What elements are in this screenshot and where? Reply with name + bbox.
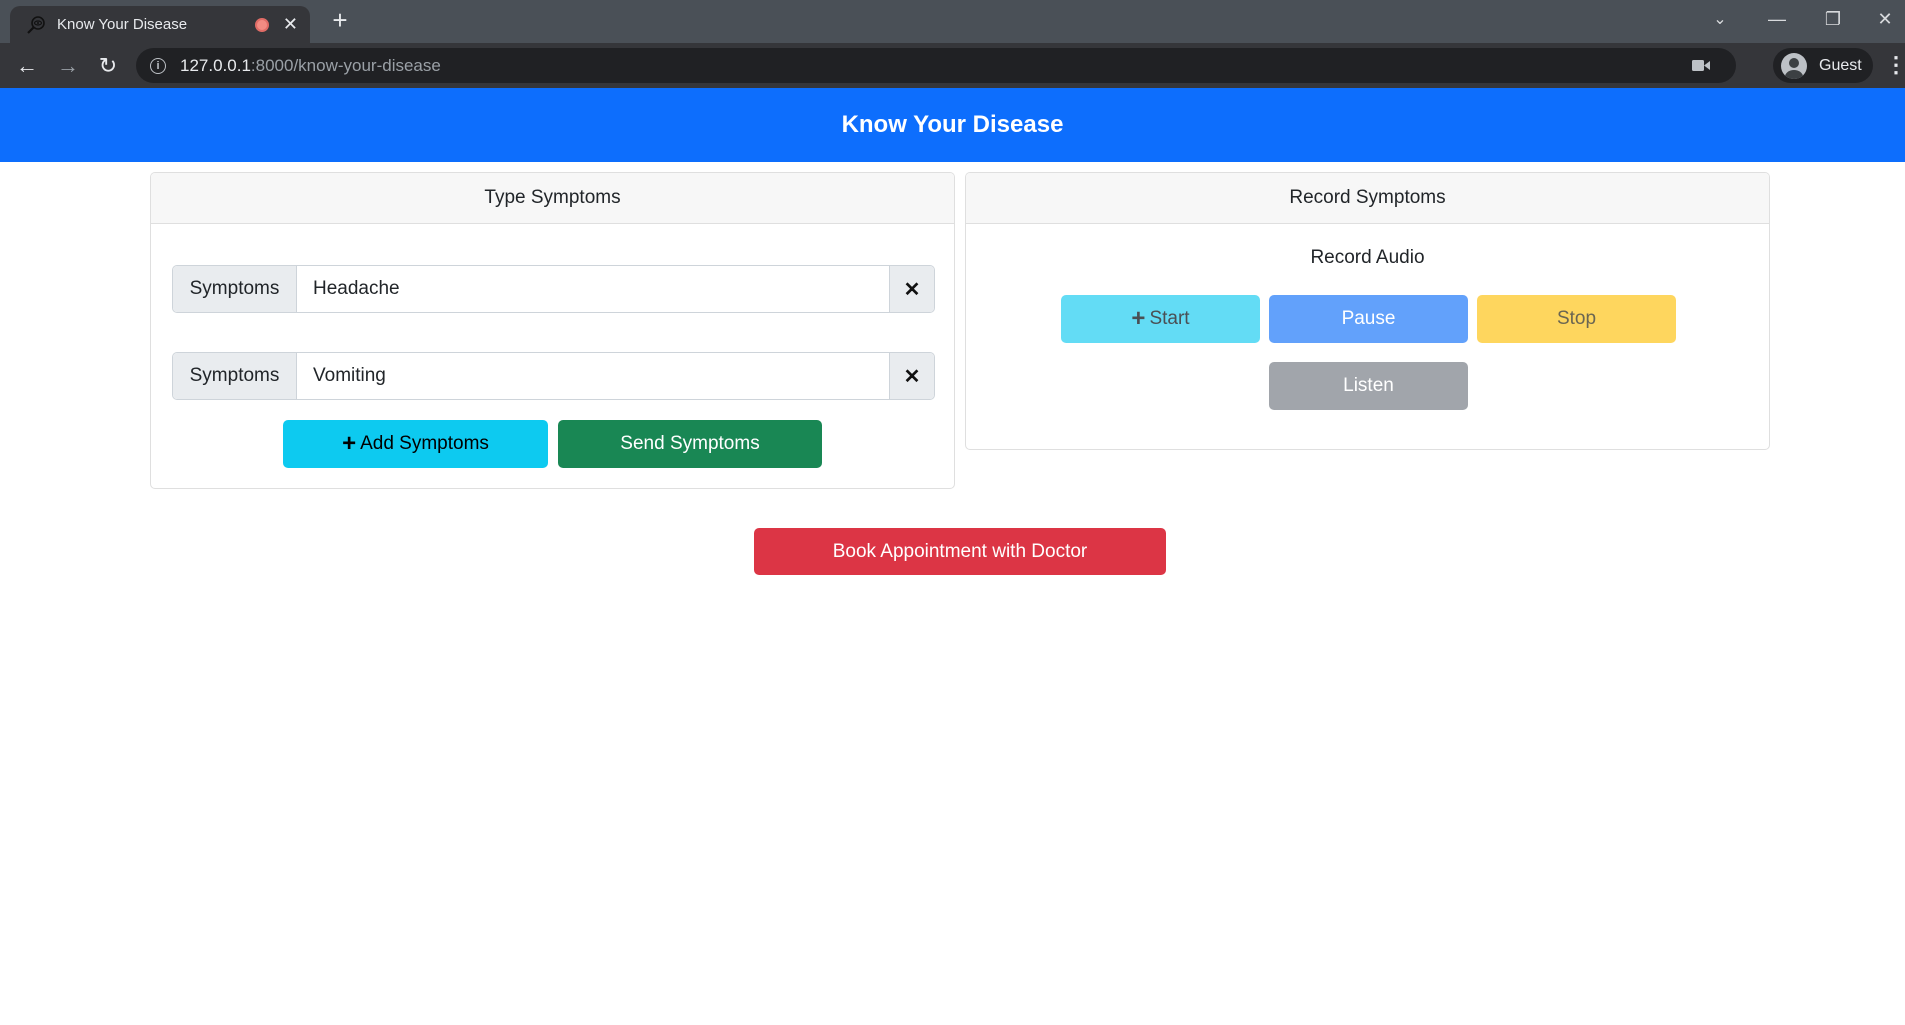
url-path: :8000/know-your-disease: [250, 55, 441, 75]
kebab-menu-icon[interactable]: ⋮: [1885, 53, 1905, 79]
start-recording-button[interactable]: + Start: [1061, 295, 1260, 343]
close-window-button[interactable]: ✕: [1865, 0, 1905, 38]
profile-button[interactable]: Guest: [1773, 48, 1873, 83]
record-symptoms-title: Record Symptoms: [1289, 187, 1446, 208]
type-symptoms-title: Type Symptoms: [484, 187, 621, 208]
camera-icon[interactable]: [1692, 59, 1710, 72]
new-tab-button[interactable]: +: [325, 6, 355, 36]
tab-title: Know Your Disease: [57, 16, 188, 33]
minimize-button[interactable]: —: [1752, 0, 1802, 38]
record-audio-label: Record Audio: [1310, 247, 1425, 268]
forward-button[interactable]: →: [52, 50, 84, 82]
stop-recording-button[interactable]: Stop: [1477, 295, 1676, 343]
plus-icon: +: [1131, 305, 1146, 332]
record-symptoms-card-header: Record Symptoms: [966, 173, 1769, 224]
restore-button[interactable]: ❐: [1808, 0, 1858, 38]
symptom-input[interactable]: [297, 353, 889, 399]
profile-label: Guest: [1819, 56, 1862, 74]
browser-toolbar: ← → ↻ i 127.0.0.1:8000/know-your-disease…: [0, 43, 1905, 88]
address-bar[interactable]: i 127.0.0.1:8000/know-your-disease: [136, 48, 1736, 83]
page-header: Know Your Disease: [0, 88, 1905, 162]
stop-label: Stop: [1556, 308, 1597, 329]
recording-dot-icon: [254, 17, 269, 32]
listen-label: Listen: [1343, 375, 1394, 396]
listen-button[interactable]: Listen: [1269, 362, 1468, 410]
type-symptoms-card-header: Type Symptoms: [151, 173, 954, 224]
symptom-input[interactable]: [297, 266, 889, 312]
tab-search-icon[interactable]: ⌄: [1695, 0, 1745, 38]
close-icon[interactable]: ✕: [283, 14, 298, 35]
browser-tabstrip: Know Your Disease ✕ + ⌄ — ❐ ✕: [0, 0, 1905, 43]
symptom-input-group: Symptoms ✕: [172, 265, 935, 313]
page-title: Know Your Disease: [841, 111, 1064, 138]
symptom-label: Symptoms: [173, 266, 297, 312]
avatar-icon: [1781, 52, 1807, 79]
record-symptoms-card: Record Symptoms Record Audio + Start Pau…: [965, 172, 1770, 450]
send-symptoms-button[interactable]: Send Symptoms: [558, 420, 822, 468]
type-symptoms-card: Type Symptoms Symptoms ✕ Symptoms ✕ + Ad…: [150, 172, 955, 489]
send-symptoms-label: Send Symptoms: [620, 433, 760, 454]
start-label: Start: [1149, 308, 1190, 329]
pause-recording-button[interactable]: Pause: [1269, 295, 1468, 343]
symptom-input-group: Symptoms ✕: [172, 352, 935, 400]
reload-button[interactable]: ↻: [92, 50, 124, 82]
info-icon[interactable]: i: [150, 57, 166, 74]
back-button[interactable]: ←: [11, 50, 43, 82]
symptom-label: Symptoms: [173, 353, 297, 399]
remove-symptom-button[interactable]: ✕: [889, 266, 934, 312]
add-symptoms-button[interactable]: + Add Symptoms: [283, 420, 548, 468]
url-host: 127.0.0.1: [180, 55, 251, 75]
book-appointment-label: Book Appointment with Doctor: [832, 540, 1088, 562]
book-appointment-button[interactable]: Book Appointment with Doctor: [754, 528, 1166, 575]
pause-label: Pause: [1341, 308, 1396, 329]
magnifier-eye-icon: [25, 14, 47, 36]
plus-icon: +: [342, 430, 357, 457]
browser-tab[interactable]: Know Your Disease ✕: [10, 6, 310, 43]
remove-symptom-button[interactable]: ✕: [889, 353, 934, 399]
add-symptoms-label: Add Symptoms: [360, 433, 489, 454]
